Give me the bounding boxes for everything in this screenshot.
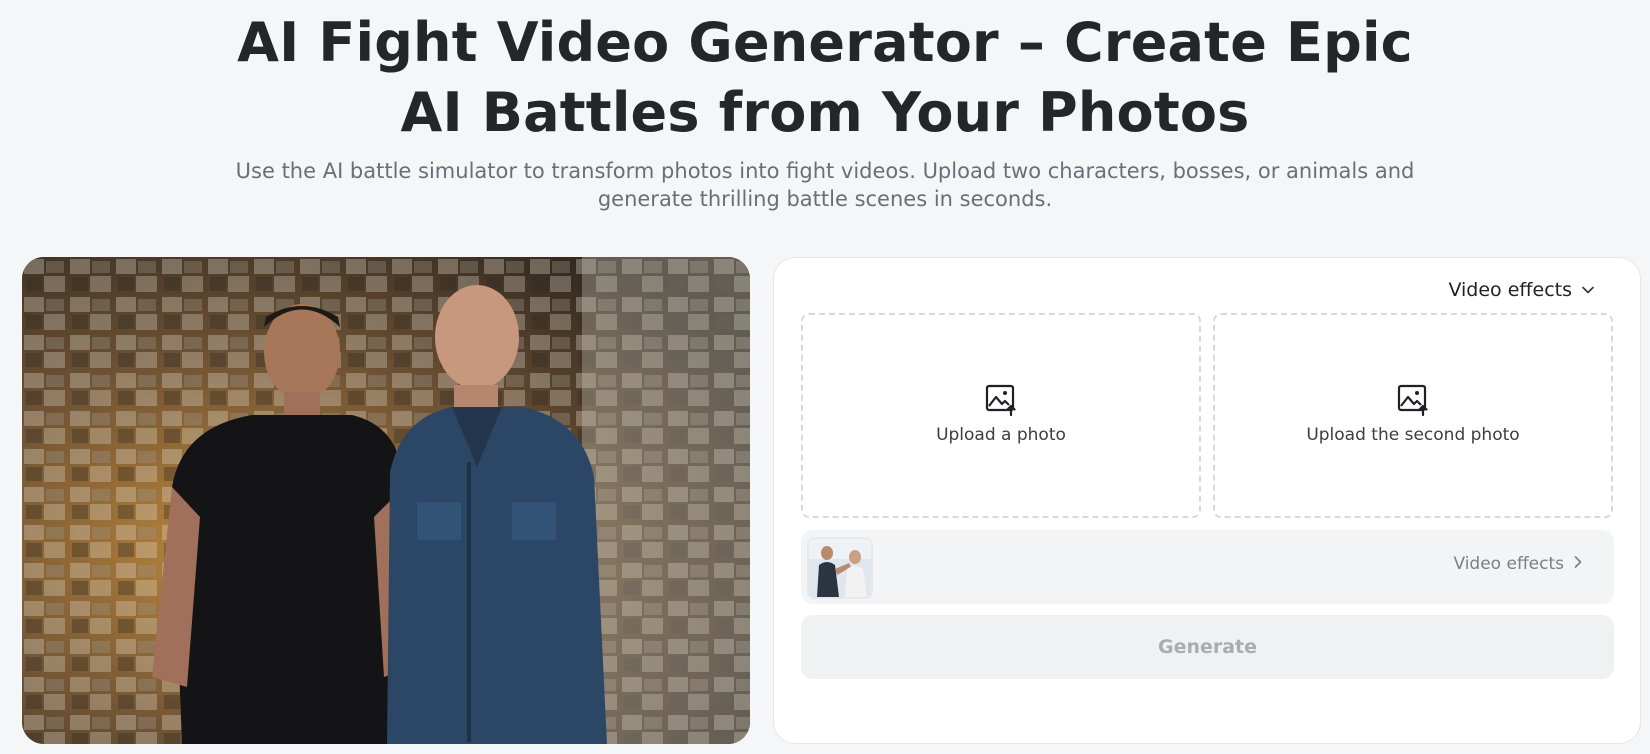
video-effect-selector[interactable]: Video effects bbox=[801, 530, 1614, 604]
video-effects-dropdown[interactable]: Video effects bbox=[1448, 274, 1596, 306]
chevron-down-icon bbox=[1580, 282, 1596, 298]
example-photo bbox=[22, 257, 750, 744]
page-title: AI Fight Video Generator – Create Epic A… bbox=[237, 11, 1413, 144]
image-upload-icon bbox=[984, 382, 1018, 417]
video-effects-link[interactable]: Video effects bbox=[1453, 554, 1584, 574]
upload-first-photo-dropzone[interactable]: Upload a photo bbox=[801, 313, 1201, 518]
video-effects-dropdown-label: Video effects bbox=[1448, 279, 1572, 301]
video-effect-thumbnail bbox=[807, 537, 873, 599]
example-photo-illustration bbox=[22, 257, 750, 744]
generate-button[interactable]: Generate bbox=[801, 615, 1614, 679]
chevron-right-icon bbox=[1572, 554, 1584, 574]
generator-panel: Video effects Upload a photo Upload the … bbox=[773, 257, 1641, 744]
image-upload-icon bbox=[1396, 382, 1430, 417]
page-subtitle: Use the AI battle simulator to transform… bbox=[235, 159, 1415, 211]
upload-first-photo-label: Upload a photo bbox=[936, 425, 1066, 445]
upload-second-photo-label: Upload the second photo bbox=[1306, 425, 1520, 445]
video-effects-link-label: Video effects bbox=[1453, 554, 1564, 574]
upload-second-photo-dropzone[interactable]: Upload the second photo bbox=[1213, 313, 1613, 518]
